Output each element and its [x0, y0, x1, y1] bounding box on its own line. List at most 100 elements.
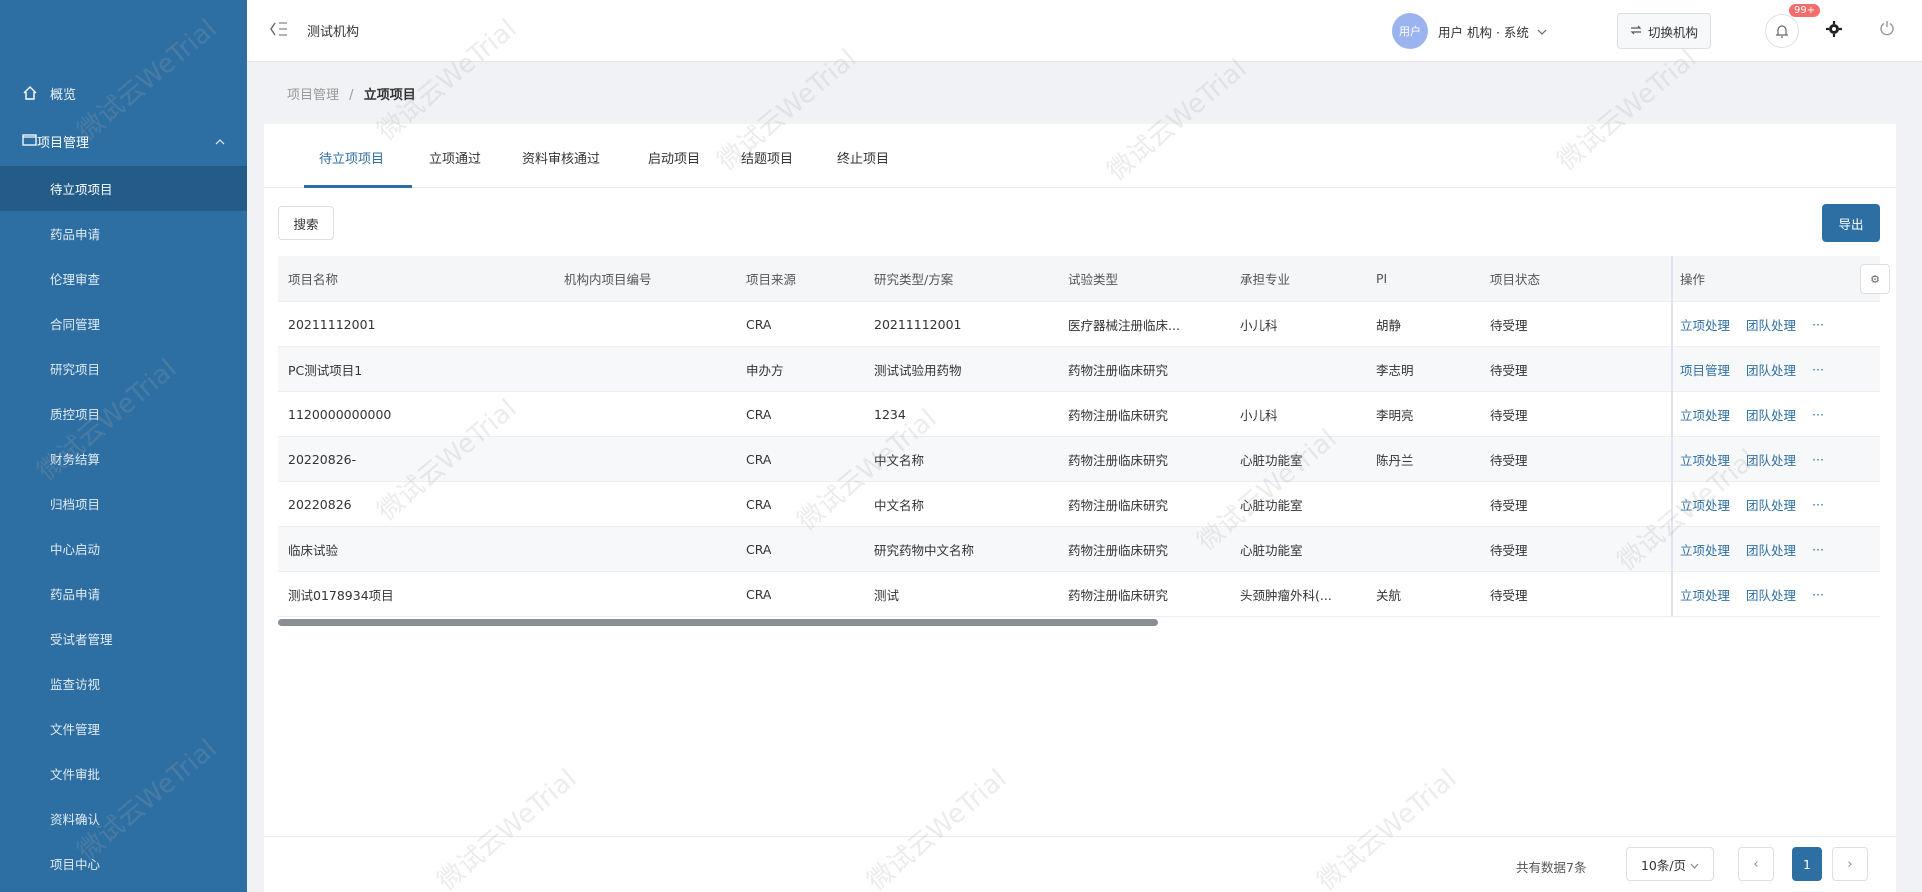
row-action-team[interactable]: 团队处理: [1746, 540, 1796, 559]
sidebar-subitem[interactable]: 合同管理: [0, 301, 247, 346]
more-icon[interactable]: ···: [1812, 542, 1824, 557]
breadcrumb-parent[interactable]: 项目管理: [287, 88, 339, 103]
bell-icon[interactable]: [1765, 14, 1799, 48]
row-action-team[interactable]: 团队处理: [1746, 315, 1796, 334]
cell-status: 待受理: [1490, 407, 1528, 423]
gear-icon[interactable]: [1825, 20, 1843, 42]
tab-review-passed[interactable]: 资料审核通过: [522, 148, 600, 167]
row-action-primary[interactable]: 立项处理: [1680, 405, 1730, 424]
column-header: 承担专业: [1240, 272, 1291, 287]
row-action-primary[interactable]: 项目管理: [1680, 360, 1730, 379]
sidebar-subitem[interactable]: 研究项目: [0, 346, 247, 391]
more-icon[interactable]: ···: [1812, 497, 1824, 512]
avatar: 用户: [1392, 13, 1428, 49]
sidebar-subitem[interactable]: 质控项目: [0, 391, 247, 436]
next-page-button[interactable]: ›: [1832, 847, 1868, 881]
sidebar-subitem[interactable]: 项目中心: [0, 841, 247, 886]
pagination: 共有数据7条 10条/页 ‹ 1 ›: [264, 836, 1896, 892]
cell-plan: 1234: [874, 406, 906, 422]
sidebar-subitem[interactable]: 监查访视: [0, 661, 247, 706]
breadcrumb-current: 立项项目: [363, 88, 416, 103]
swap-icon: [1630, 24, 1642, 39]
cell-dept: 心脏功能室: [1240, 452, 1303, 468]
row-action-primary[interactable]: 立项处理: [1680, 495, 1730, 514]
sidebar-subitem[interactable]: 受试者管理: [0, 616, 247, 661]
row-action-team[interactable]: 团队处理: [1746, 495, 1796, 514]
sidebar-subitem[interactable]: 文件管理: [0, 706, 247, 751]
tab-active-indicator: [304, 185, 412, 188]
tab-started[interactable]: 启动项目: [648, 148, 700, 167]
switch-org-button[interactable]: 切换机构: [1617, 13, 1712, 49]
tab-approved[interactable]: 立项通过: [429, 148, 481, 167]
search-button[interactable]: 搜索: [278, 206, 334, 240]
more-icon[interactable]: ···: [1812, 407, 1824, 422]
sidebar: 概览 项目管理 待立项项目 药品申请 伦理审查 合同管理 研究项目 质控项目 财…: [0, 0, 247, 892]
row-action-primary[interactable]: 立项处理: [1680, 315, 1730, 334]
sidebar-subitem[interactable]: 伦理审查: [0, 256, 247, 301]
row-action-team[interactable]: 团队处理: [1746, 405, 1796, 424]
export-button[interactable]: 导出: [1822, 204, 1880, 242]
table-row: 20220826- CRA 中文名称 药物注册临床研究 心脏功能室 陈丹兰 待受理 立项处理团…: [278, 437, 1880, 482]
more-icon[interactable]: ···: [1812, 452, 1824, 467]
cell-source: CRA: [746, 586, 772, 602]
column-setting-button[interactable]: ⚙: [1860, 264, 1890, 294]
sidebar-item-home[interactable]: 概览: [0, 70, 247, 116]
cell-pi: 陈丹兰: [1376, 452, 1414, 468]
sidebar-subitem[interactable]: 财务结算: [0, 436, 247, 481]
row-actions: 立项处理 团队处理 ···: [1680, 482, 1824, 526]
sidebar-subitem[interactable]: 中心启动: [0, 526, 247, 571]
more-icon[interactable]: ···: [1812, 317, 1824, 332]
power-icon[interactable]: [1879, 20, 1895, 40]
cell-plan: 中文名称: [874, 497, 925, 513]
collapse-menu-icon[interactable]: [269, 20, 289, 40]
sidebar-subitem[interactable]: 药品申请: [0, 211, 247, 256]
tab-pending[interactable]: 待立项项目: [319, 148, 384, 167]
cell-plan: 研究药物中文名称: [874, 542, 975, 558]
cell-status: 待受理: [1490, 587, 1528, 603]
column-header: 项目状态: [1490, 272, 1541, 287]
table-row: 测试0178934项目 CRA 测试 药物注册临床研究 头颈肿瘤外科(... 关航 待受理 立…: [278, 572, 1880, 617]
sidebar-subitem[interactable]: 待立项项目: [0, 166, 247, 211]
tab-terminated[interactable]: 终止项目: [837, 148, 889, 167]
row-action-team[interactable]: 团队处理: [1746, 450, 1796, 469]
row-actions: 立项处理 团队处理 ···: [1680, 392, 1824, 436]
fixed-column-divider: [1671, 256, 1673, 617]
row-action-primary[interactable]: 立项处理: [1680, 585, 1730, 604]
cell-name: 测试0178934项目: [288, 587, 394, 603]
more-icon[interactable]: ···: [1812, 362, 1824, 377]
cell-source: CRA: [746, 496, 772, 512]
prev-page-button[interactable]: ‹: [1738, 847, 1774, 881]
row-action-primary[interactable]: 立项处理: [1680, 450, 1730, 469]
sidebar-subitem[interactable]: 资料确认: [0, 796, 247, 841]
tab-closed[interactable]: 结题项目: [741, 148, 793, 167]
top-header: 测试机构 用户 用户 机构 · 系统 切换机构 99+: [247, 0, 1922, 62]
cell-name: 20211112001: [288, 316, 376, 332]
column-header: PI: [1376, 271, 1388, 286]
cell-name: 20220826: [288, 496, 352, 512]
page-size-select[interactable]: 10条/页: [1626, 847, 1714, 881]
horizontal-scrollbar[interactable]: [278, 619, 1158, 626]
row-actions: 立项处理 团队处理 ···: [1680, 437, 1824, 481]
total-count: 共有数据7条: [1516, 860, 1587, 875]
sidebar-subitem[interactable]: 文件审批: [0, 751, 247, 796]
tab-bar: 待立项项目 立项通过 资料审核通过 启动项目 结题项目 终止项目: [264, 124, 1896, 188]
user-menu[interactable]: 用户 用户 机构 · 系统: [1392, 12, 1547, 50]
breadcrumb-separator: /: [349, 88, 354, 103]
more-icon[interactable]: ···: [1812, 587, 1824, 602]
cell-status: 待受理: [1490, 362, 1528, 378]
cell-name: PC测试项目1: [288, 362, 363, 378]
cell-source: CRA: [746, 541, 772, 557]
cell-plan: 20211112001: [874, 316, 962, 332]
sidebar-subitem[interactable]: 药品申请: [0, 571, 247, 616]
table-row: PC测试项目1 申办方 测试试验用药物 药物注册临床研究 李志明 待受理 项目管理 团队处理 ·…: [278, 347, 1880, 392]
row-action-team[interactable]: 团队处理: [1746, 360, 1796, 379]
cell-plan: 中文名称: [874, 452, 925, 468]
sidebar-subitem[interactable]: 归档项目: [0, 481, 247, 526]
cell-source: 申办方: [746, 362, 784, 378]
sidebar-group-project[interactable]: 项目管理: [0, 116, 247, 166]
row-action-primary[interactable]: 立项处理: [1680, 540, 1730, 559]
cell-source: CRA: [746, 316, 772, 332]
switch-org-label: 切换机构: [1648, 24, 1699, 40]
page-number-current[interactable]: 1: [1792, 847, 1822, 881]
row-action-team[interactable]: 团队处理: [1746, 585, 1796, 604]
